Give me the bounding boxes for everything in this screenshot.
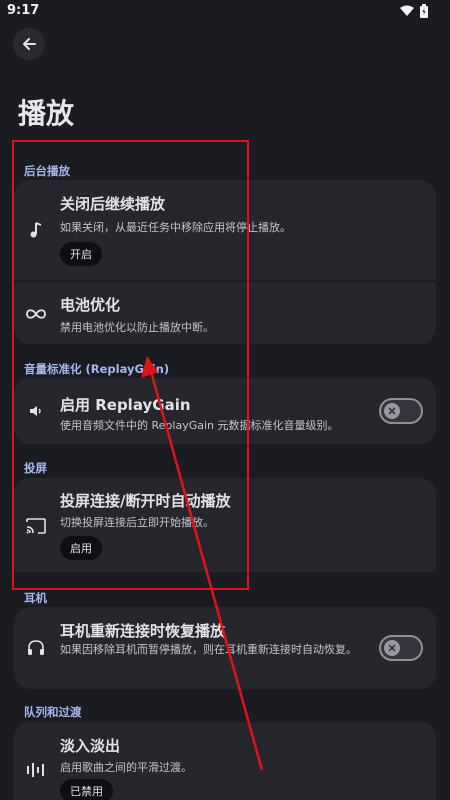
page-title: 播放 xyxy=(18,97,75,130)
section-label-queue: 队列和过渡 xyxy=(24,705,82,719)
headset-title: 耳机重新连接时恢复播放 xyxy=(60,622,226,640)
equalizer-icon xyxy=(24,758,48,782)
fade-title: 淡入淡出 xyxy=(60,737,121,755)
setting-crossfade[interactable]: 淡入淡出 启用歌曲之间的平滑过渡。 已禁用 xyxy=(14,722,436,800)
arrow-left-icon xyxy=(23,38,36,50)
switch-knob xyxy=(384,403,400,419)
status-bar: 9:17 xyxy=(0,0,450,22)
setting-headset-resume[interactable]: 耳机重新连接时恢复播放 如果因移除耳机而暂停播放，则在耳机重新连接时自动恢复。 xyxy=(14,607,436,689)
status-time: 9:17 xyxy=(7,3,40,18)
annotation-highlight-box xyxy=(12,140,249,590)
close-icon xyxy=(388,407,396,415)
headset-desc: 如果因移除耳机而暂停播放，则在耳机重新连接时自动恢复。 xyxy=(60,643,357,656)
fade-value-chip[interactable]: 已禁用 xyxy=(60,779,113,800)
headphones-icon xyxy=(24,636,48,660)
back-button[interactable] xyxy=(13,28,45,60)
section-label-headset: 耳机 xyxy=(24,591,47,605)
switch-knob xyxy=(384,640,400,656)
fade-desc: 启用歌曲之间的平滑过渡。 xyxy=(60,761,192,774)
headset-switch[interactable] xyxy=(379,635,423,661)
status-icons xyxy=(400,4,428,18)
replaygain-switch[interactable] xyxy=(379,398,423,424)
close-icon xyxy=(388,644,396,652)
battery-icon xyxy=(420,4,428,18)
wifi-icon xyxy=(400,5,414,16)
